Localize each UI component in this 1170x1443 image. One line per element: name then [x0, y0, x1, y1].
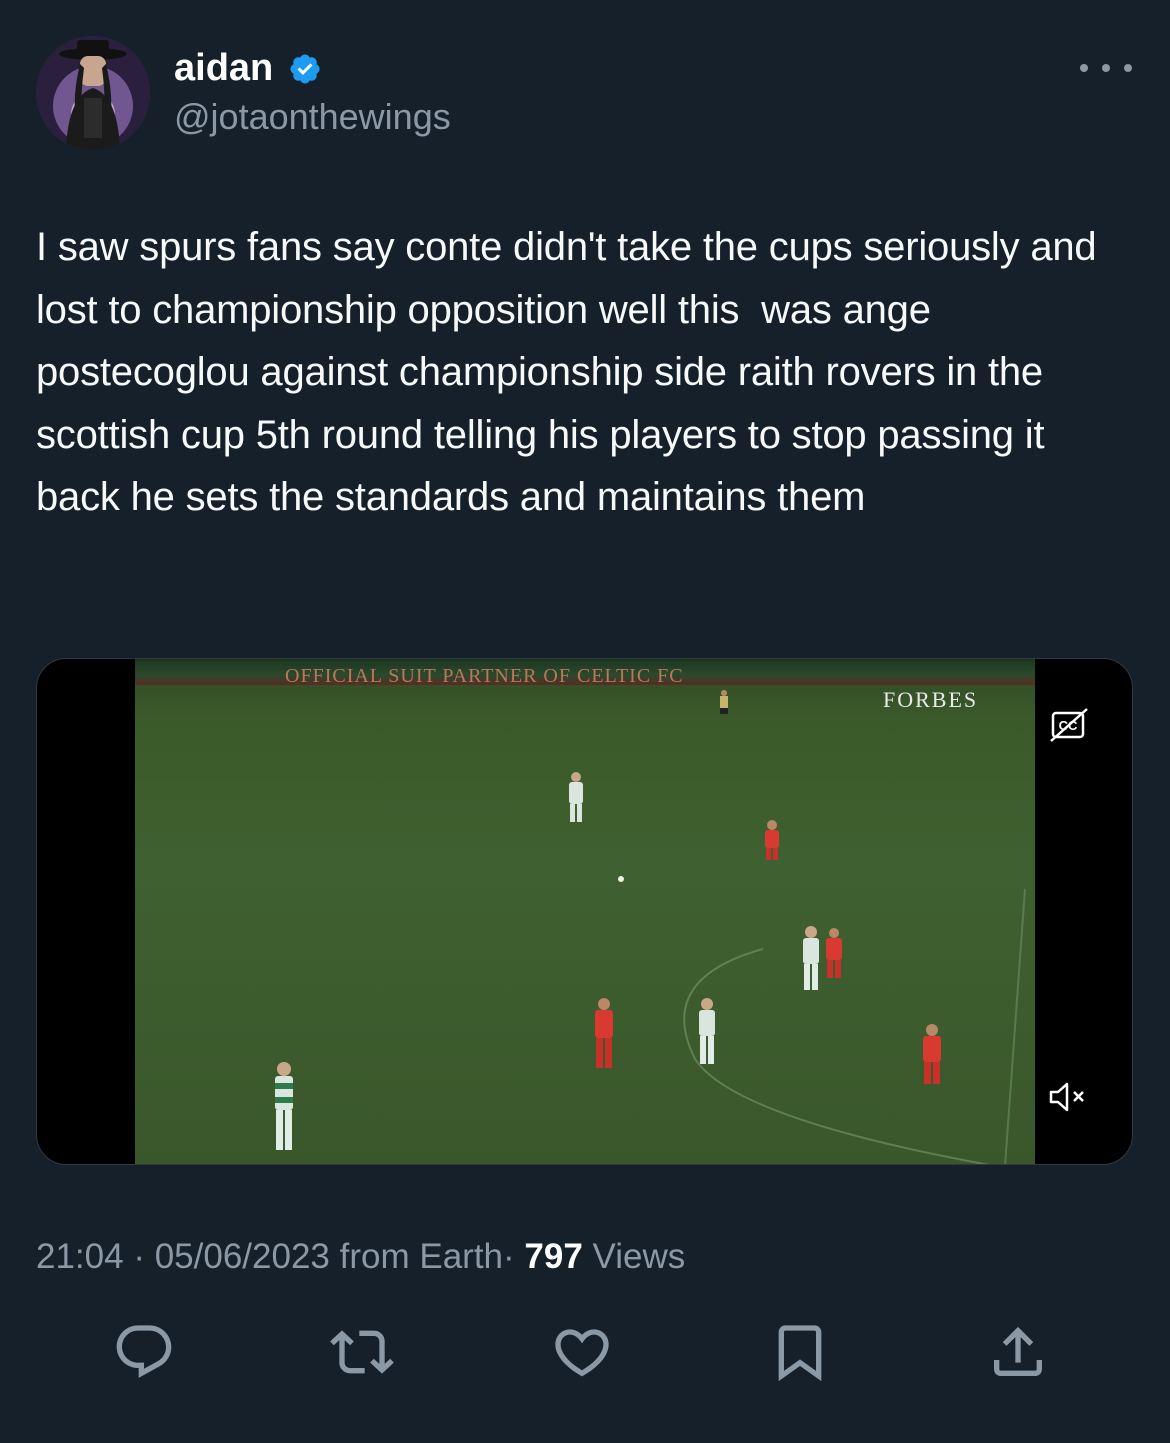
display-name[interactable]: aidan [174, 44, 273, 92]
tweet-time[interactable]: 21:04 [36, 1237, 124, 1276]
avatar-image [36, 36, 150, 150]
tweet-source: from Earth [339, 1237, 504, 1276]
avatar[interactable] [36, 36, 150, 150]
meta-separator: · [503, 1237, 515, 1276]
more-options-button[interactable] [1080, 52, 1132, 84]
tweet-date[interactable]: 05/06/2023 [155, 1237, 330, 1276]
reply-icon [116, 1325, 172, 1378]
player-distant [720, 690, 728, 714]
dot-icon [1102, 64, 1110, 72]
video-frame: OFFICIAL SUIT PARTNER OF CELTIC FC FORBE… [135, 659, 1035, 1164]
player-away [595, 998, 613, 1068]
dot-icon [1080, 64, 1088, 72]
player-away [765, 820, 779, 860]
player-home [569, 772, 583, 822]
bookmark-button[interactable] [768, 1320, 832, 1384]
video-player[interactable]: OFFICIAL SUIT PARTNER OF CELTIC FC FORBE… [36, 658, 1133, 1165]
verified-badge-icon[interactable] [288, 52, 322, 86]
tweet-meta: 21:04 · 05/06/2023 from Earth· 797 Views [36, 1234, 685, 1280]
player-home [803, 926, 819, 990]
retweet-button[interactable] [330, 1320, 394, 1384]
bookmark-icon [778, 1325, 822, 1382]
meta-separator: · [133, 1237, 145, 1276]
volume-muted-icon[interactable] [1047, 1079, 1091, 1115]
player-home [699, 998, 715, 1064]
share-icon [994, 1326, 1042, 1376]
tweet-text: I saw spurs fans say conte didn't take t… [36, 225, 1108, 519]
captions-off-icon[interactable]: CC [1049, 707, 1089, 743]
user-handle[interactable]: @jotaonthewings [174, 94, 451, 140]
views-count[interactable]: 797 [524, 1237, 582, 1276]
heart-icon [555, 1329, 609, 1377]
player-home [275, 1062, 293, 1150]
share-button[interactable] [986, 1320, 1050, 1384]
player-away [826, 928, 842, 978]
reply-button[interactable] [112, 1320, 176, 1384]
dot-icon [1124, 64, 1132, 72]
views-label[interactable]: Views [593, 1237, 686, 1276]
player-away [923, 1024, 941, 1084]
pitch-markings [618, 876, 1026, 1164]
like-button[interactable] [550, 1320, 614, 1384]
tweet-card: aidan @jotaonthewings I saw spurs fans s… [0, 0, 1170, 1443]
retweet-icon [330, 1330, 394, 1374]
